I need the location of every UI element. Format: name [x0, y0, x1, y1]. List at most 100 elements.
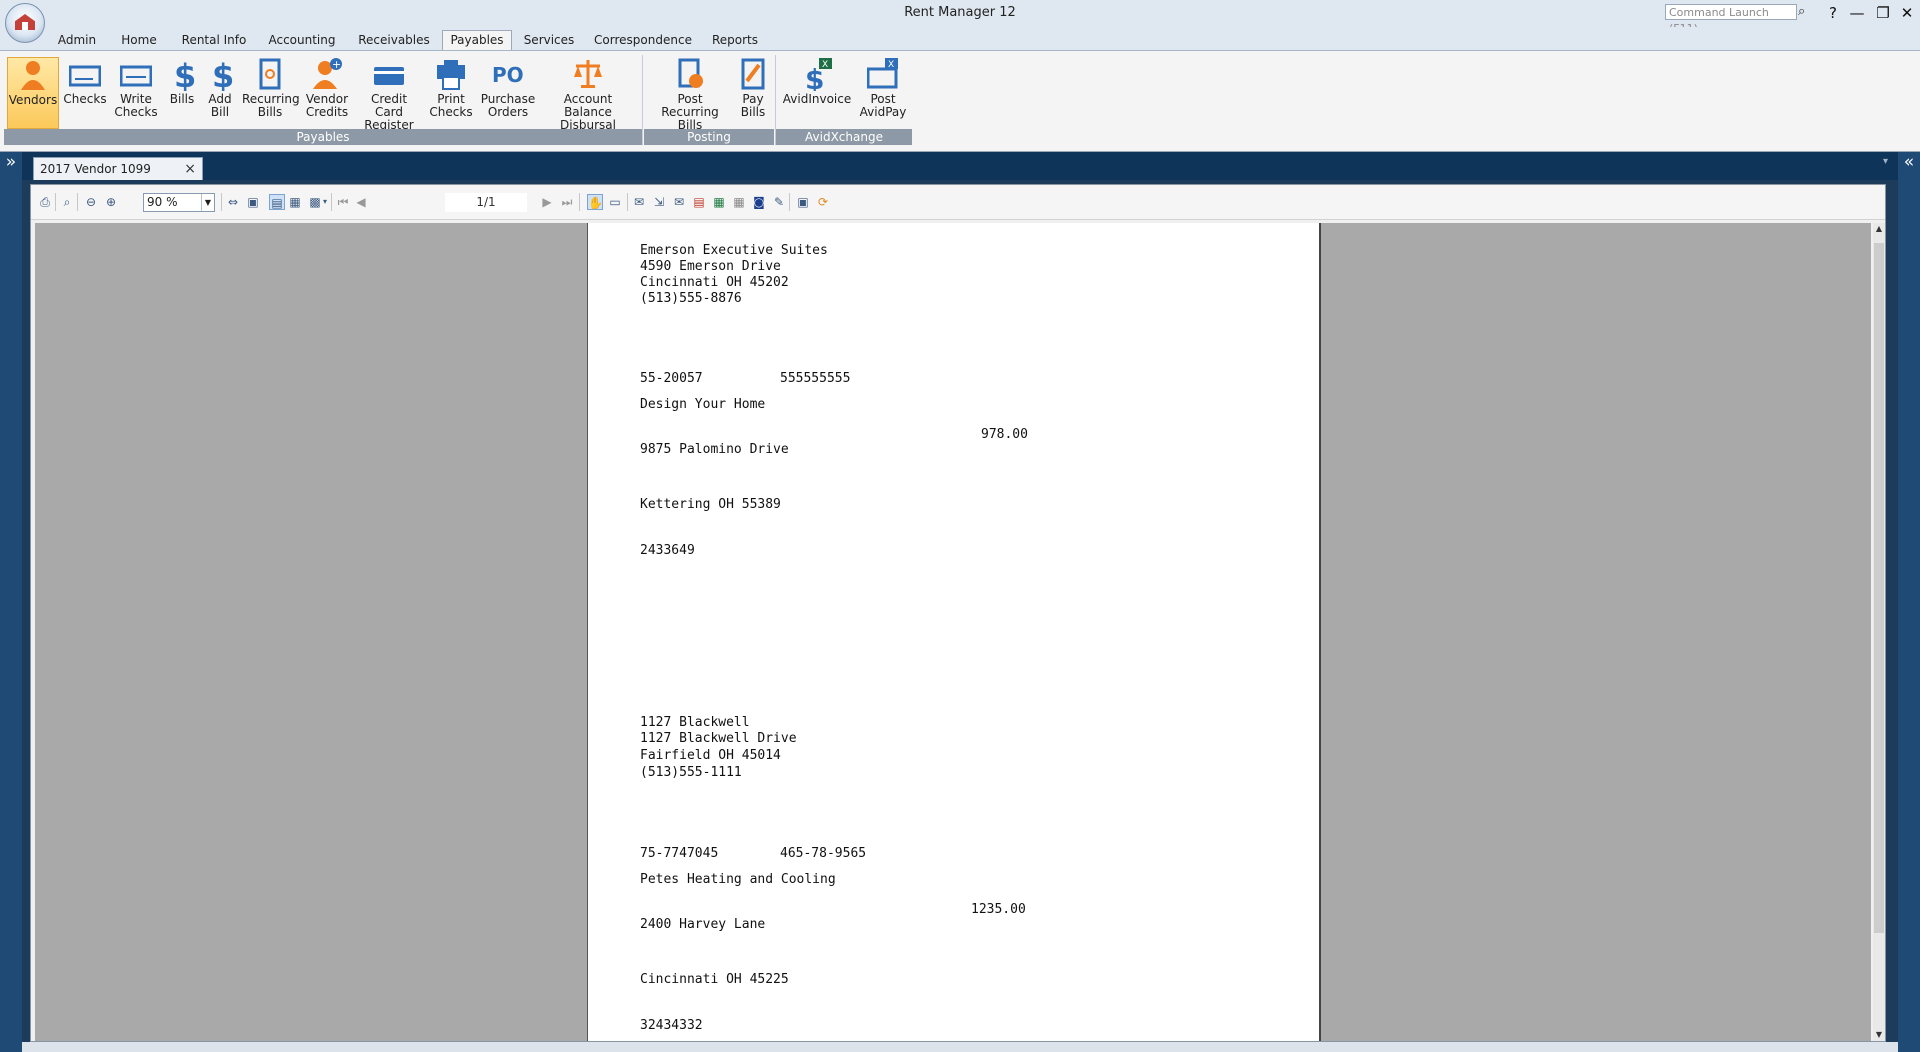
zoom-select[interactable]: 90 % ▼	[143, 193, 215, 212]
tab-admin[interactable]: Admin	[52, 31, 102, 50]
svg-text:$: $	[174, 57, 196, 91]
page-width-icon[interactable]: ⇔	[225, 194, 241, 210]
first-page-icon[interactable]: ⏮	[335, 194, 351, 210]
pay-bill-icon	[737, 57, 769, 91]
svg-text:X: X	[888, 60, 894, 70]
recipient-city: Cincinnati OH 45225	[640, 972, 789, 987]
tab-payables[interactable]: Payables	[442, 30, 512, 51]
next-page-icon[interactable]: ▶	[539, 194, 555, 210]
whole-page-icon[interactable]: ▣	[245, 194, 261, 210]
payer-city: Fairfield OH 45014	[640, 748, 781, 763]
print-checks-button[interactable]: Print Checks	[428, 57, 474, 129]
write-checks-button[interactable]: Write Checks	[112, 57, 160, 129]
close-icon[interactable]: ×	[184, 158, 196, 180]
double-chevron-right-icon: »	[5, 152, 17, 172]
recurring-bills-button[interactable]: Recurring Bills	[242, 57, 300, 129]
ribbon: Vendors Checks Write Checks $ Bills $ Ad…	[0, 50, 1920, 152]
payer-phone: (513)555-8876	[640, 291, 742, 306]
save-icon[interactable]: ▣	[795, 194, 811, 210]
refresh-icon[interactable]: ⟳	[815, 194, 831, 210]
printer-icon	[435, 57, 467, 91]
scrollbar-thumb[interactable]	[1874, 243, 1884, 933]
print-icon[interactable]: ⎙	[37, 194, 53, 210]
edit-icon[interactable]: ✎	[771, 194, 787, 210]
search-icon[interactable]: ⌕	[1798, 4, 1814, 20]
add-bill-button[interactable]: $ Add Bill	[204, 57, 236, 129]
avidinvoice-button[interactable]: $ X AvidInvoice	[782, 57, 852, 129]
checks-button[interactable]: Checks	[62, 57, 108, 129]
double-chevron-left-icon: «	[1903, 152, 1915, 172]
tab-services[interactable]: Services	[520, 31, 578, 50]
scroll-up-icon[interactable]: ▲	[1873, 223, 1885, 235]
post-recurring-bills-button[interactable]: Post Recurring Bills	[648, 57, 732, 132]
recipient-name: Petes Heating and Cooling	[640, 872, 836, 887]
close-button[interactable]: ✕	[1896, 3, 1918, 23]
vendor-credits-button[interactable]: + Vendor Credits	[302, 57, 352, 129]
vertical-scrollbar[interactable]: ▲ ▼	[1873, 223, 1885, 1041]
purchase-order-icon: PO	[492, 57, 524, 91]
tab-correspondence[interactable]: Correspondence	[592, 31, 694, 50]
zoom-in-icon[interactable]: ⊕	[103, 194, 119, 210]
snapshot-icon[interactable]: ▭	[607, 194, 623, 210]
page-number[interactable]: 1/1	[445, 193, 527, 212]
payer-city: Cincinnati OH 45202	[640, 275, 789, 290]
bills-button[interactable]: $ Bills	[166, 57, 198, 129]
expand-left-panel-button[interactable]: »	[0, 152, 22, 1052]
svg-text:X: X	[822, 60, 828, 70]
app-logo[interactable]	[5, 3, 45, 43]
restore-button[interactable]: ❐	[1872, 3, 1894, 23]
find-icon[interactable]: ⌕	[59, 194, 75, 210]
tab-accounting[interactable]: Accounting	[264, 31, 340, 50]
vendors-button[interactable]: Vendors	[7, 57, 59, 129]
report-page: Emerson Executive Suites 4590 Emerson Dr…	[587, 223, 1321, 1041]
chevron-down-icon[interactable]: ▾	[321, 194, 329, 210]
svg-text:+: +	[332, 58, 341, 71]
payer-name: 1127 Blackwell	[640, 715, 750, 730]
help-button[interactable]: ?	[1822, 3, 1844, 23]
email-pdf-icon[interactable]: ✉	[671, 194, 687, 210]
tab-list-dropdown[interactable]: ▾	[1883, 156, 1888, 167]
single-page-icon[interactable]: ▤	[269, 194, 285, 210]
pdf-icon[interactable]: ▤	[691, 194, 707, 210]
scroll-down-icon[interactable]: ▼	[1873, 1029, 1885, 1041]
group-label-payables: Payables	[4, 129, 642, 145]
tab-receivables[interactable]: Receivables	[354, 31, 434, 50]
pay-bills-button[interactable]: Pay Bills	[736, 57, 770, 129]
report-viewport[interactable]: Emerson Executive Suites 4590 Emerson Dr…	[35, 223, 1871, 1041]
zoom-value: 90 %	[147, 195, 178, 209]
credit-card-register-button[interactable]: Credit Card Register	[356, 57, 422, 132]
person-icon	[17, 58, 49, 92]
report-viewer: ⎙ ⌕ ⊖ ⊕ 90 % ▼ ⇔ ▣ ▤ ▦ ▩ ▾ ⏮ ◀ 1/1 ▶ ⏭ ✋…	[30, 184, 1886, 1042]
word-icon[interactable]: ◙	[751, 194, 767, 210]
write-check-icon	[119, 57, 153, 91]
post-avidpay-button[interactable]: X Post AvidPay	[858, 57, 908, 129]
excel-icon[interactable]: ▦	[711, 194, 727, 210]
payer-address: 4590 Emerson Drive	[640, 259, 781, 274]
dollar-icon: $	[166, 57, 198, 95]
continuous-page-icon[interactable]: ▦	[287, 194, 303, 210]
tab-vendor-1099-report[interactable]: 2017 Vendor 1099 (Report) ×	[33, 157, 203, 198]
purchase-orders-button[interactable]: PO Purchase Orders	[480, 57, 536, 129]
zoom-out-icon[interactable]: ⊖	[83, 194, 99, 210]
account-number: 2433649	[640, 543, 695, 558]
export-icon[interactable]: ⇲	[651, 194, 667, 210]
svg-text:$: $	[212, 57, 234, 91]
email-icon[interactable]: ✉	[631, 194, 647, 210]
previous-page-icon[interactable]: ◀	[353, 194, 369, 210]
last-page-icon[interactable]: ⏭	[559, 194, 575, 210]
recipient-name: Design Your Home	[640, 397, 766, 412]
csv-icon[interactable]: ▦	[731, 194, 747, 210]
hand-tool-icon[interactable]: ✋	[587, 194, 603, 210]
recipient-street: 2400 Harvey Lane	[640, 917, 766, 932]
recipient-city: Kettering OH 55389	[640, 497, 781, 512]
account-balance-disbursal-button[interactable]: Account Balance Disbursal	[542, 57, 634, 132]
minimize-button[interactable]: —	[1846, 3, 1868, 23]
payer-tin: 75-7747045	[640, 846, 719, 861]
chevron-down-icon[interactable]: ▼	[201, 194, 214, 211]
tab-rental-info[interactable]: Rental Info	[178, 31, 250, 50]
expand-right-panel-button[interactable]: «	[1898, 152, 1920, 1052]
tab-reports[interactable]: Reports	[708, 31, 762, 50]
group-label-avidxchange: AvidXchange	[776, 129, 912, 145]
command-launch-input[interactable]: Command Launch (F11)	[1665, 4, 1797, 35]
tab-home[interactable]: Home	[114, 31, 164, 50]
